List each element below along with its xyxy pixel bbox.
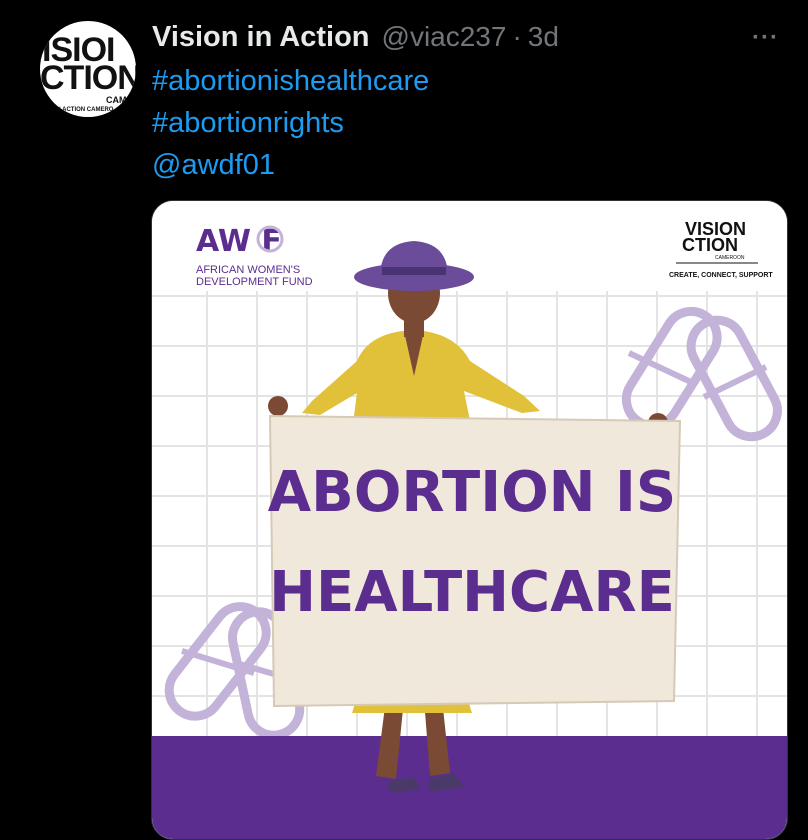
avatar-text-middle: CTION [40, 59, 136, 97]
author-handle[interactable]: @viac237 [382, 21, 507, 53]
sign-text-line2: HEALTHCARE [269, 560, 675, 625]
protest-sign: ABORTION IS HEALTHCARE [268, 414, 682, 708]
avatar-text-tiny: ON IN ACTION CAMERO [44, 107, 114, 113]
tweet-text: #abortionishealthcare #abortionrights @a… [152, 60, 429, 186]
poster-illustration: AW F AFRICAN WOMEN'S DEVELOPMENT FUND VI… [152, 201, 787, 839]
svg-text:CTION: CTION [682, 235, 738, 255]
svg-text:CAMEROON: CAMEROON [715, 255, 745, 261]
separator-dot: · [512, 21, 522, 52]
author-avatar[interactable]: ISIOI CTION CAMERO ON IN ACTION CAMERO [40, 21, 136, 117]
svg-text:CREATE, CONNECT, SUPPORT: CREATE, CONNECT, SUPPORT [669, 272, 773, 279]
avatar-text-small: CAMERO [106, 95, 136, 105]
tweet-image[interactable]: AW F AFRICAN WOMEN'S DEVELOPMENT FUND VI… [151, 200, 788, 840]
mention-link[interactable]: @awdf01 [152, 144, 429, 186]
tweet-header: Vision in Action @viac237 · 3d [152, 20, 559, 54]
svg-text:DEVELOPMENT FUND: DEVELOPMENT FUND [196, 276, 313, 288]
svg-text:AFRICAN WOMEN'S: AFRICAN WOMEN'S [196, 264, 300, 276]
svg-text:AW F: AW F [196, 224, 282, 259]
author-name[interactable]: Vision in Action [152, 21, 370, 54]
tweet-timestamp[interactable]: 3d [528, 21, 559, 53]
hashtag-link[interactable]: #abortionrights [152, 102, 429, 144]
hashtag-link[interactable]: #abortionishealthcare [152, 60, 429, 102]
more-options-icon[interactable]: ··· [752, 24, 779, 52]
sign-text-line1: ABORTION IS [268, 460, 676, 525]
floor-band [152, 736, 787, 839]
